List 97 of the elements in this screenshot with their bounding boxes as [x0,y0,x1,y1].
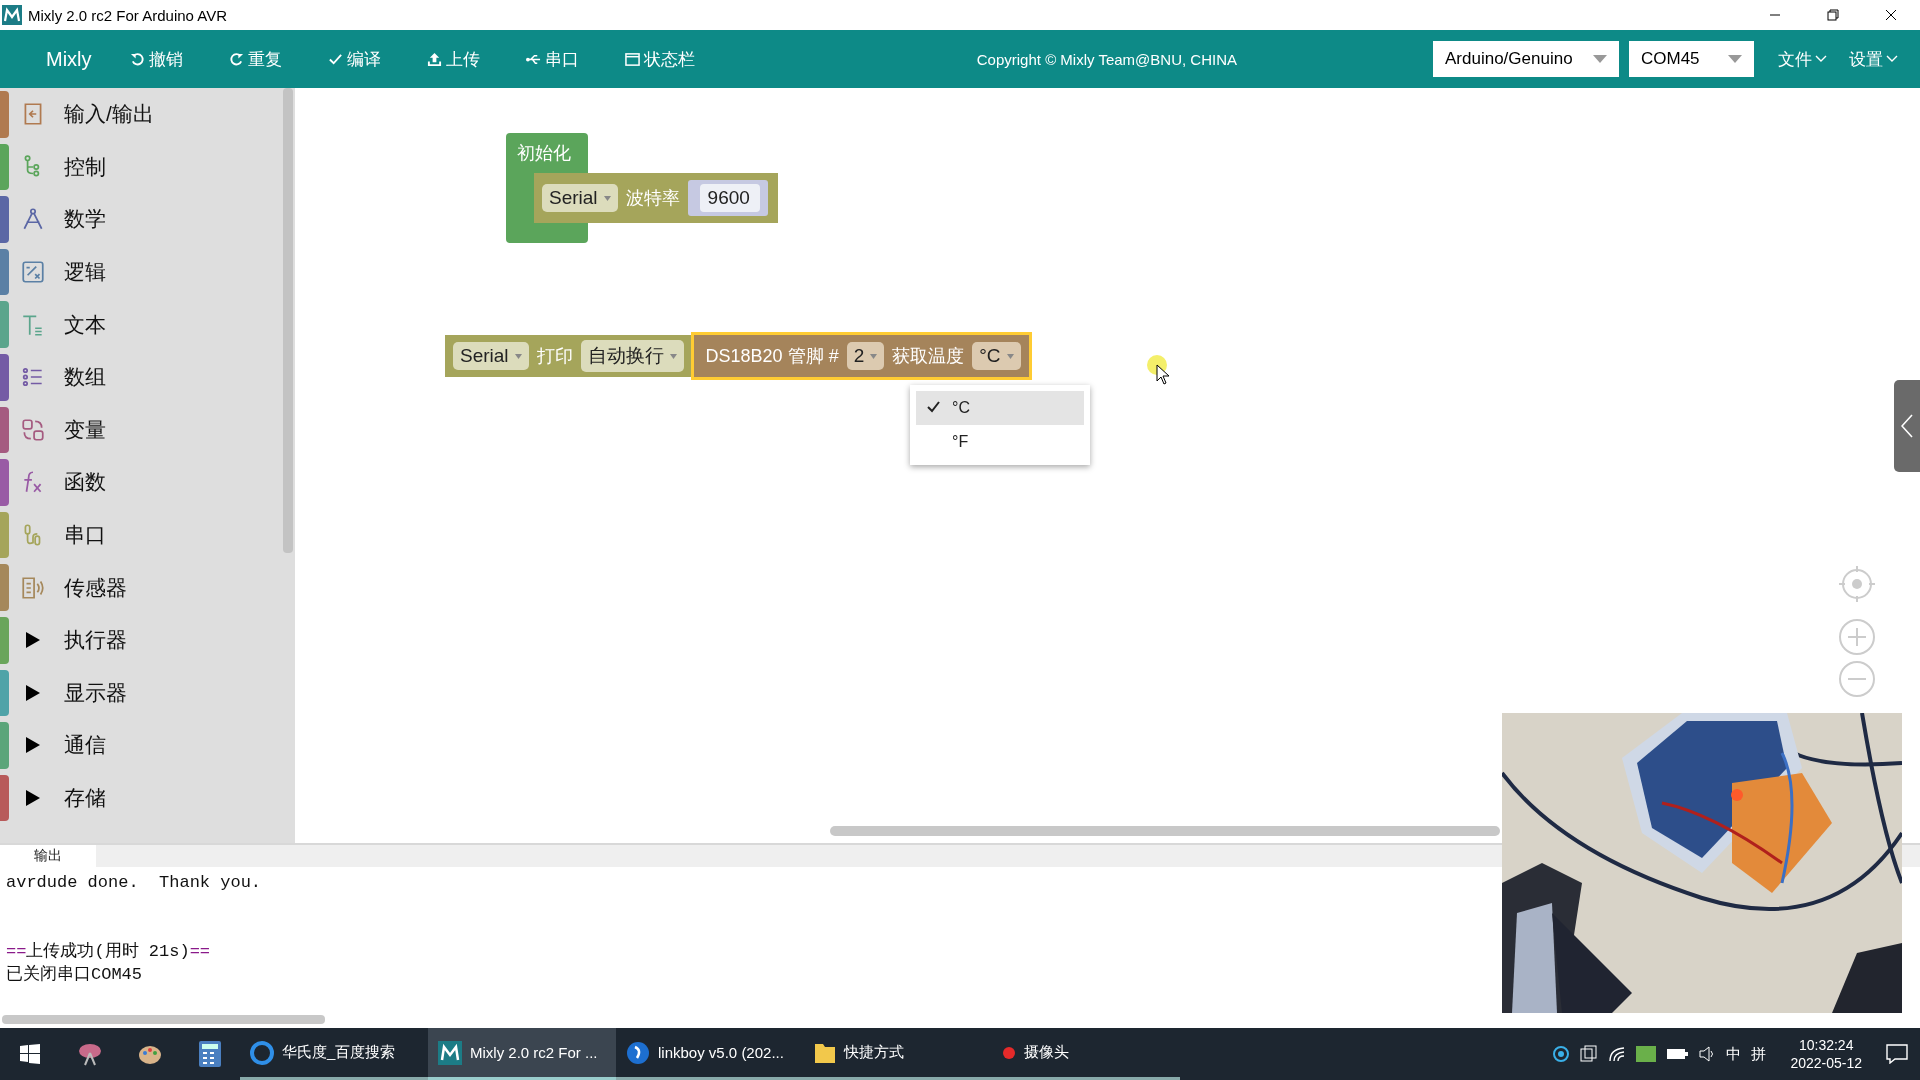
target-icon [1838,565,1876,603]
category-item[interactable]: 显示器 [0,666,282,720]
cursor-icon [1147,355,1171,385]
panel-icon [624,51,640,67]
menu-button[interactable]: 文件 [1778,47,1827,71]
toolbar-button[interactable]: 串口 [525,47,579,71]
menu-option[interactable]: °C [916,391,1084,425]
mode-dropdown[interactable]: 自动换行 [580,340,684,372]
window-title: Mixly 2.0 rc2 For Arduino AVR [28,6,228,24]
ime-indicator[interactable]: 拼 [1751,1044,1767,1064]
calculator-icon [199,1041,221,1067]
category-item[interactable]: 函数 [0,456,282,509]
copyright-text: Copyright © Mixly Team@BNU, CHINA [976,50,1237,68]
taskbar-item[interactable]: 快捷方式 [804,1028,992,1080]
zoom-out-icon [1838,660,1876,698]
scrollbar[interactable] [283,88,293,553]
category-item[interactable]: 控制 [0,140,282,194]
chevron-icon [1901,414,1913,438]
menu-button[interactable]: 设置 [1849,47,1898,71]
toolbar-button[interactable]: 编译 [327,47,381,71]
console-line: avrdude done. Thank you. [6,872,263,894]
unit-dropdown[interactable]: °C [972,342,1021,370]
taskbar-item[interactable]: Mixly 2.0 rc2 For ... [428,1028,616,1080]
block-label: 获取温度 [892,345,965,368]
console-line: ==上传成功(用时 21s)== [6,941,212,963]
clock-time: 10:32:24 [1798,1036,1854,1054]
number-field[interactable]: 9600 [699,184,760,212]
redo-icon [228,51,244,67]
caret-icon [603,195,611,201]
board-dropdown[interactable]: Arduino/Genuino [1433,41,1619,77]
chevron-icon [1815,55,1827,63]
caret-icon [870,353,878,359]
category-item[interactable]: 输入/输出 [0,88,282,141]
category-item[interactable]: 通信 [0,719,282,772]
tray-icon [1636,1046,1657,1062]
toolbar-button[interactable]: 状态栏 [624,47,695,71]
scrollbar[interactable] [2,1015,325,1024]
close-icon [1885,9,1897,21]
tray-icon [1580,1045,1599,1063]
output-tab[interactable]: 输出 [0,845,96,867]
serial-dropdown[interactable]: Serial [542,184,618,212]
category-icon [20,416,46,443]
app-logo-icon [438,1040,462,1065]
toolbar-button[interactable]: 重复 [228,47,282,71]
port-dropdown[interactable]: COM45 [1629,41,1754,77]
category-item[interactable]: 数学 [0,193,282,246]
toolbar-button[interactable]: 撤销 [129,47,183,71]
sensor-block[interactable]: DS18B20 管脚 # 2 获取温度 °C [693,335,1029,377]
tray-icon [1552,1045,1571,1063]
block-label: 打印 [536,345,573,368]
category-item[interactable]: 串口 [0,508,282,562]
battery-icon [1666,1047,1689,1061]
check-icon [327,51,343,67]
block-label: 波特率 [625,187,680,210]
caret-icon [1006,353,1014,359]
scrollbar[interactable] [830,826,1500,836]
category-item[interactable]: 变量 [0,403,282,457]
toolbar-button[interactable]: 上传 [426,47,480,71]
restore-icon [1827,9,1839,21]
category-icon [20,259,46,286]
brand-label: Mixly [46,47,92,71]
caret-icon [669,353,677,359]
menu-option[interactable]: °F [916,425,1084,459]
ime-indicator[interactable]: 中 [1726,1044,1742,1064]
block-label: DS18B20 管脚 # [705,345,839,368]
taskbar-item[interactable]: linkboy v5.0 (202... [616,1028,804,1080]
zoom-in-button[interactable] [1838,618,1876,656]
category-icon [20,574,46,601]
console-line: 已关闭串口COM45 [6,964,143,986]
serial-dropdown[interactable]: Serial [453,342,529,370]
umbrella-icon [77,1041,103,1067]
notification-icon[interactable] [1886,1044,1908,1064]
category-item[interactable]: 执行器 [0,613,282,667]
clock-date: 2022-05-12 [1790,1054,1862,1072]
taskbar-item[interactable]: 摄像头 [992,1028,1180,1080]
wifi-icon [1608,1045,1627,1063]
windows-logo-icon [20,1044,40,1064]
ring-icon [250,1040,274,1065]
zoom-in-icon [1838,618,1876,656]
center-button[interactable] [1838,565,1876,603]
category-item[interactable]: 存储 [0,771,282,825]
app-logo-icon [626,1040,650,1065]
category-item[interactable]: 逻辑 [0,245,282,299]
caret-icon [514,353,522,359]
chevron-icon [1886,55,1898,63]
caret-icon [1593,55,1607,63]
category-item[interactable]: 传感器 [0,561,282,614]
collapse-button[interactable] [1894,380,1920,472]
category-item[interactable]: 文本 [0,298,282,351]
undo-icon [129,51,145,67]
zoom-out-button[interactable] [1838,660,1876,698]
pin-dropdown[interactable]: 2 [846,342,885,370]
check-icon [926,400,940,413]
upload-icon [426,51,442,67]
category-item[interactable]: 数组 [0,350,282,404]
record-icon [1002,1045,1016,1060]
caret-icon [1728,55,1742,63]
